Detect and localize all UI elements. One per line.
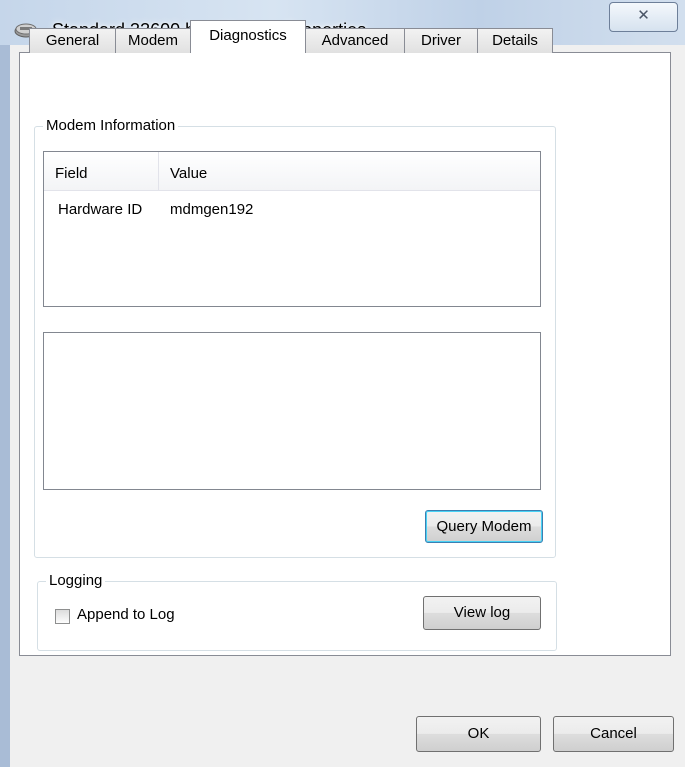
modem-info-listview[interactable]: Field Value Hardware ID mdmgen192 xyxy=(43,151,541,307)
close-icon: ✕ xyxy=(637,7,650,24)
query-results-textbox[interactable] xyxy=(43,332,541,490)
query-modem-label: Query Modem xyxy=(436,518,532,535)
ok-label: OK xyxy=(467,725,490,742)
tab-diagnostics[interactable]: Diagnostics xyxy=(190,20,306,53)
window-frame-left xyxy=(0,45,10,767)
query-modem-button[interactable]: Query Modem xyxy=(425,510,543,543)
tab-diagnostics-label: Diagnostics xyxy=(209,27,287,44)
modem-information-label: Modem Information xyxy=(43,117,179,134)
logging-label: Logging xyxy=(46,572,106,589)
column-header-value[interactable]: Value xyxy=(170,165,207,182)
tab-details-label: Details xyxy=(492,32,538,49)
view-log-button[interactable]: View log xyxy=(423,596,541,630)
ok-button[interactable]: OK xyxy=(416,716,541,752)
cancel-button[interactable]: Cancel xyxy=(553,716,674,752)
append-to-log-checkbox[interactable] xyxy=(55,609,70,624)
tab-driver[interactable]: Driver xyxy=(404,28,478,53)
column-header-field[interactable]: Field xyxy=(55,165,88,182)
tab-modem[interactable]: Modem xyxy=(115,28,191,53)
tab-driver-label: Driver xyxy=(421,32,461,49)
tab-advanced[interactable]: Advanced xyxy=(305,28,405,53)
tab-advanced-label: Advanced xyxy=(321,32,389,49)
tab-modem-label: Modem xyxy=(127,32,179,49)
append-to-log-label[interactable]: Append to Log xyxy=(77,606,175,623)
view-log-label: View log xyxy=(453,604,511,621)
properties-dialog: Standard 33600 bps Modem Properties ✕ Ge… xyxy=(0,0,685,767)
listview-header: Field Value xyxy=(44,152,540,191)
cancel-label: Cancel xyxy=(590,725,637,742)
column-divider[interactable] xyxy=(158,152,159,190)
tab-general[interactable]: General xyxy=(29,28,116,53)
tab-details[interactable]: Details xyxy=(477,28,553,53)
row-value-cell: mdmgen192 xyxy=(170,201,254,218)
close-button[interactable]: ✕ xyxy=(609,2,678,32)
row-field-cell: Hardware ID xyxy=(58,201,143,218)
tab-general-label: General xyxy=(45,32,100,49)
table-row[interactable]: Hardware ID mdmgen192 xyxy=(44,198,540,222)
